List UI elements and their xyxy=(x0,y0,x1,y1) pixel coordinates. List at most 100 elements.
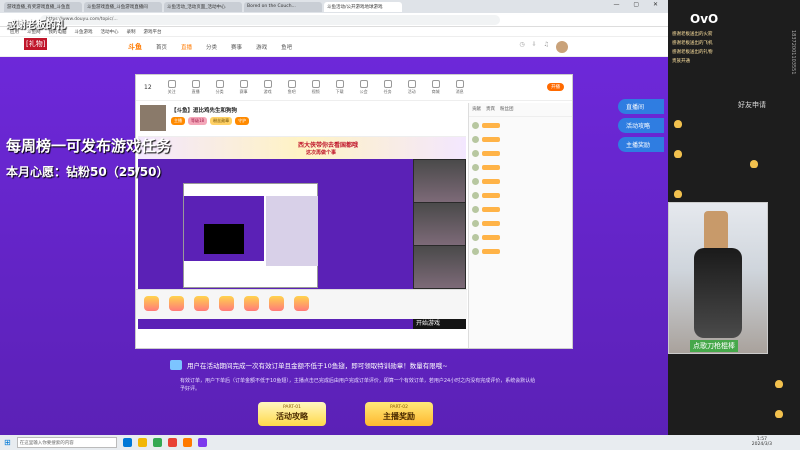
gift-icon[interactable] xyxy=(244,296,259,311)
message-icon xyxy=(455,80,464,88)
pill-reward[interactable]: 主播奖励 xyxy=(618,137,664,152)
bookmark[interactable]: 录制 xyxy=(127,29,136,35)
chat-tab[interactable]: 贡献 xyxy=(472,106,481,113)
overlay-subtitle: 本月心愿：钻粉50（25/50） xyxy=(6,165,169,179)
window-controls[interactable]: — ▢ ✕ xyxy=(613,1,664,8)
streamer-avatar[interactable] xyxy=(140,105,166,131)
bell-icon[interactable]: ♫ xyxy=(544,41,549,53)
reward-button[interactable]: PART-02 主播奖励 xyxy=(365,402,433,426)
obs-icon[interactable] xyxy=(197,438,207,447)
toolbar-item[interactable]: 任务 xyxy=(383,80,392,95)
download-icon[interactable]: ⇩ xyxy=(532,41,537,53)
toolbar-item[interactable]: 下载 xyxy=(335,80,344,95)
user-avatar[interactable] xyxy=(472,163,479,171)
gift-icon[interactable] xyxy=(269,296,284,311)
toolbar-item[interactable]: 商城 xyxy=(431,80,440,95)
gift-icon[interactable] xyxy=(144,296,159,311)
user-avatar[interactable] xyxy=(472,219,479,227)
gift-icon[interactable] xyxy=(194,296,209,311)
nav-item-active[interactable]: 直播 xyxy=(181,43,192,51)
taskbar-search[interactable]: 在这里输入你要搜索的内容 xyxy=(16,437,117,448)
toolbar-item[interactable]: 分类 xyxy=(215,80,224,95)
activity-page: 12 关注 直播 分类 赛事 游戏 鱼吧 视频 下载 公会 任务 活动 商城 消… xyxy=(0,57,668,435)
chat-row xyxy=(472,203,569,215)
toolbar-item[interactable]: 活动 xyxy=(407,80,416,95)
toolbar-item[interactable]: 消息 xyxy=(455,80,464,95)
chat-tab[interactable]: 贵宾 xyxy=(486,106,495,113)
chat-row xyxy=(472,189,569,201)
webcam-body xyxy=(694,248,742,338)
avatar[interactable] xyxy=(556,41,568,53)
chat-row xyxy=(472,133,569,145)
bookmark[interactable]: 斗鱼游戏 xyxy=(75,29,93,35)
banner-subtext: 这次再做个事 xyxy=(306,150,337,156)
pill-guide[interactable]: 活动攻略 xyxy=(618,118,664,133)
room-title: 【斗鱼】逗比鸡先生和狗狗 xyxy=(171,108,238,114)
badge xyxy=(482,248,500,254)
windows-start-icon[interactable]: ⊞ xyxy=(4,438,11,447)
toolbar-item[interactable]: 视频 xyxy=(311,80,320,95)
screen: 游戏直播_有奖游戏直播_斗鱼直 斗鱼游戏直播_斗鱼游戏直播间 斗鱼活动_活动页面… xyxy=(0,0,800,450)
open-live-button[interactable]: 开播 xyxy=(547,83,564,91)
bookmark[interactable]: 活动中心 xyxy=(101,29,119,35)
gift-icon[interactable] xyxy=(294,296,309,311)
gift-icon[interactable] xyxy=(169,296,184,311)
site-logo[interactable]: 斗鱼 xyxy=(128,42,142,52)
toolbar-item[interactable]: 直播 xyxy=(191,80,200,95)
chrome-icon[interactable] xyxy=(152,438,162,447)
user-avatar[interactable] xyxy=(472,247,479,255)
camera-cell xyxy=(414,160,465,202)
gift-icon[interactable] xyxy=(219,296,234,311)
download-icon xyxy=(335,80,344,88)
camera-cell xyxy=(414,246,465,288)
lamp-icon xyxy=(775,380,783,388)
folder-icon[interactable] xyxy=(137,438,147,447)
clock[interactable]: 1:57 2024/3/3 xyxy=(752,437,772,447)
browser-tab[interactable]: 游戏直播_有奖游戏直播_斗鱼直 xyxy=(4,1,82,12)
toolbar-item[interactable]: 公会 xyxy=(359,80,368,95)
user-avatar[interactable] xyxy=(472,205,479,213)
toolbar-item[interactable]: 游戏 xyxy=(263,80,272,95)
side-id-text: 18372001103551 xyxy=(790,30,796,75)
webcam-face xyxy=(704,211,728,251)
side-pill-menu: 直播间 活动攻略 主播奖励 xyxy=(618,99,664,152)
user-avatar[interactable] xyxy=(472,149,479,157)
chat-tab[interactable]: 粉丝团 xyxy=(500,106,514,113)
user-avatar[interactable] xyxy=(472,233,479,241)
edge-icon[interactable] xyxy=(122,438,132,447)
friend-request-label[interactable]: 好友申请 xyxy=(738,100,766,110)
nav-item[interactable]: 分类 xyxy=(206,43,217,51)
badge xyxy=(482,164,500,170)
nav-item[interactable]: 游戏 xyxy=(256,43,267,51)
part-tag: PART-02 xyxy=(390,405,408,410)
gift-line: 感谢老板送出的火箭 xyxy=(672,32,713,37)
history-icon[interactable]: ◷ xyxy=(519,41,524,53)
guide-button[interactable]: PART-01 活动攻略 xyxy=(258,402,326,426)
browser-tab[interactable]: Bored on the Couch... xyxy=(244,1,322,12)
nav-item[interactable]: 赛事 xyxy=(231,43,242,51)
chat-row xyxy=(472,231,569,243)
app-icon[interactable] xyxy=(167,438,177,447)
nav-item[interactable]: 首页 xyxy=(156,43,167,51)
toolbar-item[interactable]: 鱼吧 xyxy=(287,80,296,95)
user-avatar[interactable] xyxy=(472,191,479,199)
follow-icon xyxy=(167,80,176,88)
toolbar-item[interactable]: 关注 xyxy=(167,80,176,95)
gift-bar xyxy=(136,289,467,319)
url-input[interactable]: https://www.douyu.com/topic/... xyxy=(40,14,500,25)
browser-tab-active[interactable]: 斗鱼活动/公开游戏地球游戏 xyxy=(324,1,402,12)
shop-icon xyxy=(431,80,440,88)
browser-tab[interactable]: 斗鱼游戏直播_斗鱼游戏直播间 xyxy=(84,1,162,12)
notice-icon xyxy=(170,360,182,370)
bookmark[interactable]: 游戏平台 xyxy=(144,29,162,35)
toolbar-item[interactable]: 赛事 xyxy=(239,80,248,95)
nav-item[interactable]: 鱼吧 xyxy=(281,43,292,51)
browser-tab[interactable]: 斗鱼活动_活动页面_活动中心 xyxy=(164,1,242,12)
live-icon xyxy=(191,80,200,88)
user-avatar[interactable] xyxy=(472,121,479,129)
pill-live-room[interactable]: 直播间 xyxy=(618,99,664,114)
user-avatar[interactable] xyxy=(472,177,479,185)
douyu-icon[interactable] xyxy=(182,438,192,447)
room-tag: 主播 xyxy=(171,117,185,125)
user-avatar[interactable] xyxy=(472,135,479,143)
